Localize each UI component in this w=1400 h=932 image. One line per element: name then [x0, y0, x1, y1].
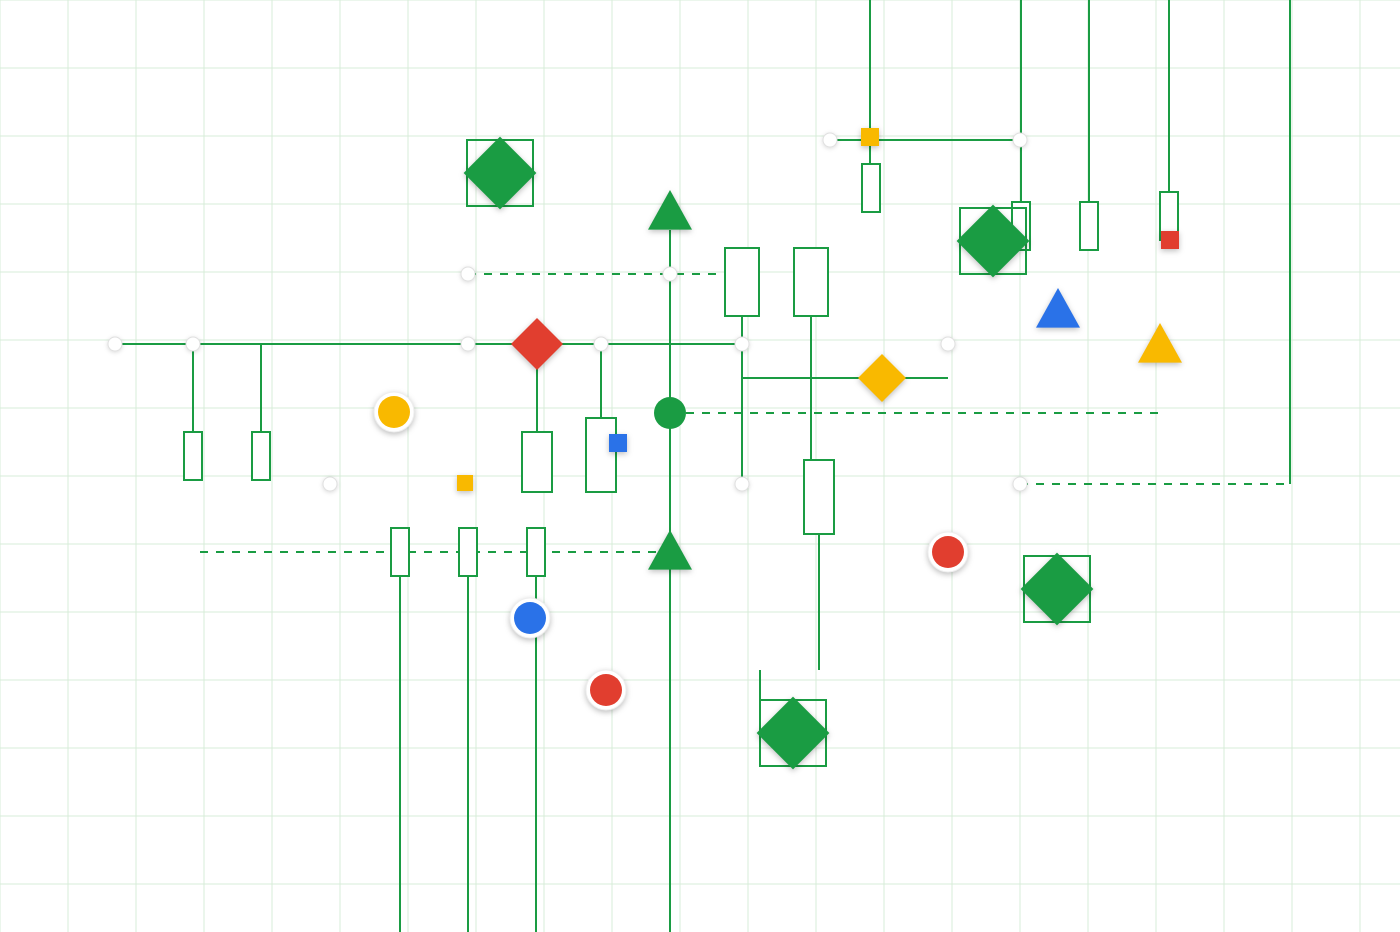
junction-dot: [323, 477, 337, 491]
connector: [742, 344, 948, 378]
junction-dot: [823, 133, 837, 147]
box-h: [725, 248, 759, 316]
square-yellow-top: [861, 128, 879, 146]
box-m: [1080, 202, 1098, 250]
circle-blue: [514, 602, 546, 634]
box-d: [459, 528, 477, 576]
junction-dot: [186, 337, 200, 351]
triangle-blue: [1036, 288, 1080, 328]
framed-diamond-bottom-right: [1021, 553, 1094, 626]
diagram-svg: [0, 0, 1400, 932]
diagram-canvas: [0, 0, 1400, 932]
circle-yellow: [378, 396, 410, 428]
junction-dot: [1013, 477, 1027, 491]
circle-red-lower: [590, 674, 622, 706]
box-j: [804, 460, 834, 534]
circle-red-right: [932, 536, 964, 568]
junction-dot: [941, 337, 955, 351]
triangle-green-top: [648, 190, 692, 230]
junction-dot: [461, 267, 475, 281]
triangle-yellow: [1138, 323, 1182, 363]
box-g: [586, 418, 616, 492]
box-i: [794, 248, 828, 316]
square-blue: [609, 434, 627, 452]
square-red: [1161, 231, 1179, 249]
square-yellow-small: [457, 475, 473, 491]
junction-dot: [735, 337, 749, 351]
diamond-red: [511, 318, 563, 370]
diamond-yellow: [858, 354, 906, 402]
box-f: [522, 432, 552, 492]
junction-dot: [663, 267, 677, 281]
junction-dot: [594, 337, 608, 351]
triangle-green-mid: [648, 530, 692, 570]
box-k: [862, 164, 880, 212]
box-a: [184, 432, 202, 480]
junction-dot: [1013, 133, 1027, 147]
circle-green: [654, 397, 686, 429]
framed-diamond-top: [464, 137, 537, 210]
box-e: [527, 528, 545, 576]
box-c: [391, 528, 409, 576]
junction-dot: [461, 337, 475, 351]
junction-dot: [735, 477, 749, 491]
framed-diamond-mid: [757, 697, 830, 770]
junction-dot: [108, 337, 122, 351]
box-b: [252, 432, 270, 480]
